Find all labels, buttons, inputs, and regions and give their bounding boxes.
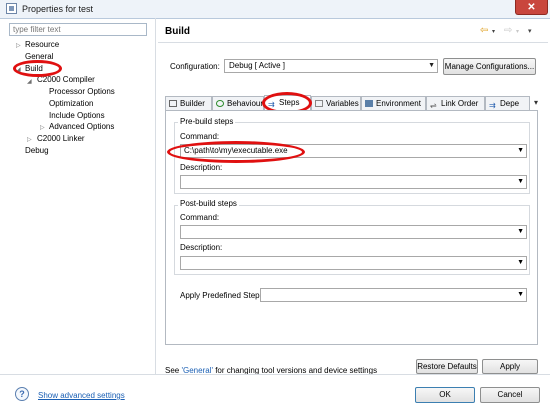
filter-input[interactable] — [9, 23, 147, 36]
close-button[interactable]: ✕ — [515, 0, 548, 15]
predefined-step-label: Apply Predefined Step: — [180, 291, 262, 300]
tree-item-include-options[interactable]: Include Options — [49, 111, 105, 120]
variables-icon — [315, 100, 323, 107]
post-build-command-input[interactable]: ▼ — [180, 225, 527, 239]
chevron-down-icon: ▼ — [517, 291, 524, 298]
back-arrow-icon[interactable]: ⇦ — [480, 25, 488, 36]
annotation-oval-command — [167, 141, 305, 163]
nav-arrows: ⇦ ▾ ⇨ ▾ ▾ — [480, 25, 544, 37]
header-separator — [158, 42, 548, 43]
configuration-label: Configuration: — [170, 62, 220, 71]
link-order-icon: ⇌ — [430, 101, 437, 110]
tree-item-debug[interactable]: Debug — [25, 146, 49, 155]
post-build-description-label: Description: — [180, 243, 223, 252]
forward-dropdown-icon[interactable]: ▾ — [516, 28, 519, 35]
tab-environment[interactable]: Environment — [361, 96, 426, 110]
expand-linker-icon[interactable]: ▷ — [27, 136, 32, 143]
cancel-button[interactable]: Cancel — [480, 387, 540, 403]
tab-builder[interactable]: Builder — [165, 96, 212, 110]
panel-divider — [155, 18, 156, 374]
tree-item-processor-options[interactable]: Processor Options — [49, 87, 115, 96]
tab-overflow-icon[interactable]: ▾ — [534, 98, 538, 107]
manage-configurations-button[interactable]: Manage Configurations... — [443, 58, 536, 75]
post-build-description-input[interactable]: ▼ — [180, 256, 527, 270]
predefined-step-select[interactable]: ▼ — [260, 288, 527, 302]
pre-build-description-input[interactable]: ▼ — [180, 175, 527, 189]
dependencies-icon: ⇉ — [489, 101, 496, 110]
window-icon — [6, 3, 17, 14]
chevron-down-icon: ▼ — [517, 147, 524, 154]
pre-build-title: Pre-build steps — [178, 117, 236, 126]
post-build-command-label: Command: — [180, 213, 220, 222]
tab-dependencies[interactable]: ⇉ Depe — [485, 96, 530, 110]
behaviour-icon — [216, 100, 224, 107]
environment-icon — [365, 100, 373, 107]
page-title: Build — [165, 26, 190, 37]
show-advanced-settings-link[interactable]: Show advanced settings — [38, 391, 125, 400]
tab-bar: Builder Behaviour ⇉ Steps Variables Envi… — [165, 95, 548, 110]
restore-defaults-button[interactable]: Restore Defaults — [416, 359, 478, 374]
tab-variables[interactable]: Variables — [311, 96, 361, 110]
expand-resource-icon[interactable]: ▷ — [16, 42, 21, 49]
pre-build-description-label: Description: — [180, 163, 223, 172]
help-icon[interactable]: ? — [15, 387, 29, 401]
tab-dependencies-label: Depe — [500, 99, 520, 108]
tree-item-c2000-linker[interactable]: C2000 Linker — [37, 134, 85, 143]
chevron-down-icon: ▼ — [428, 62, 435, 69]
footer-separator — [0, 374, 550, 375]
ok-button[interactable]: OK — [415, 387, 475, 403]
tab-variables-label: Variables — [326, 99, 359, 108]
window-title: Properties for test — [22, 4, 94, 14]
tab-behaviour[interactable]: Behaviour — [212, 96, 264, 110]
expand-advanced-icon[interactable]: ▷ — [40, 124, 45, 131]
chevron-down-icon: ▼ — [517, 259, 524, 266]
builder-icon — [169, 100, 177, 107]
tree-item-optimization[interactable]: Optimization — [49, 99, 93, 108]
pre-build-command-label: Command: — [180, 132, 220, 141]
apply-button[interactable]: Apply — [482, 359, 538, 374]
tab-builder-label: Builder — [180, 99, 205, 108]
collapse-compiler-icon[interactable]: ◢ — [27, 78, 32, 85]
chevron-down-icon: ▼ — [517, 228, 524, 235]
configuration-select[interactable]: Debug [ Active ] ▼ — [224, 59, 438, 73]
back-dropdown-icon[interactable]: ▾ — [492, 28, 495, 35]
post-build-title: Post-build steps — [178, 199, 239, 208]
tab-link-order[interactable]: ⇌ Link Order — [426, 96, 485, 110]
annotation-oval-build — [13, 60, 62, 77]
tree-item-advanced-options[interactable]: Advanced Options — [49, 122, 114, 131]
tab-behaviour-label: Behaviour — [227, 99, 264, 108]
tab-link-order-label: Link Order — [441, 99, 479, 108]
chevron-down-icon: ▼ — [517, 178, 524, 185]
tab-environment-label: Environment — [376, 99, 421, 108]
forward-arrow-icon[interactable]: ⇨ — [504, 25, 512, 36]
configuration-value: Debug [ Active ] — [229, 61, 286, 70]
view-menu-icon[interactable]: ▾ — [528, 27, 532, 35]
tree-item-resource[interactable]: Resource — [25, 40, 59, 49]
